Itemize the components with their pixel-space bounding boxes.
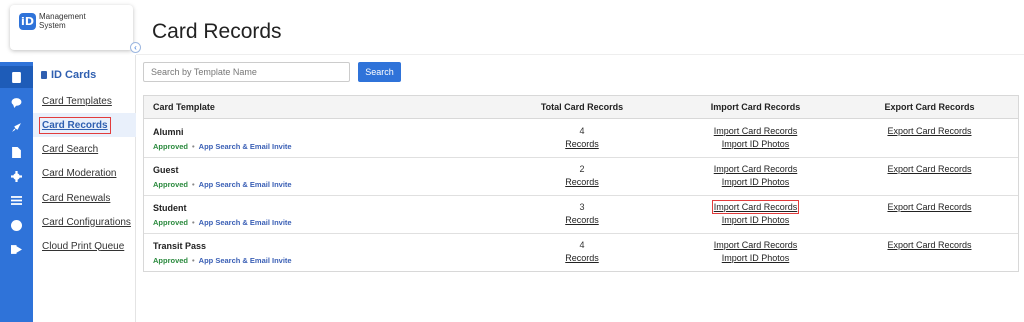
header-import-card-records: Import Card Records <box>710 102 801 112</box>
invite-mode: App Search & Email Invite <box>198 218 292 227</box>
table-row: Alumni Approved • App Search & Email Invit… <box>144 120 1018 158</box>
card-records-table: Card Template Total Card Records Import … <box>143 95 1019 272</box>
template-meta: Approved • App Search & Email Invite <box>153 142 292 151</box>
sidebar-item-card-records[interactable]: Card Records <box>33 113 136 137</box>
logo-line-1: Management <box>39 12 86 21</box>
logout-icon[interactable] <box>0 238 33 260</box>
record-count-cell: 3 Records <box>532 201 632 227</box>
invite-mode: App Search & Email Invite <box>198 256 292 265</box>
record-count: 4 <box>579 126 585 136</box>
export-cell: Export Card Records <box>873 125 986 138</box>
separator-dot: • <box>192 256 195 265</box>
table-row: Guest Approved • App Search & Email Invite… <box>144 158 1018 196</box>
sidebar-item-cloud-print-queue[interactable]: Cloud Print Queue <box>33 234 136 258</box>
rocket-icon[interactable] <box>0 116 33 138</box>
help-icon[interactable] <box>0 214 33 236</box>
search-input[interactable] <box>143 62 350 82</box>
import-cell: Import Card Records Import ID Photos <box>697 163 814 189</box>
title-divider <box>136 54 1024 55</box>
logo-mark: iD <box>19 13 36 30</box>
invite-mode: App Search & Email Invite <box>198 180 292 189</box>
import-card-records-link[interactable]: Import Card Records <box>697 239 814 252</box>
import-id-photos-link[interactable]: Import ID Photos <box>697 176 814 189</box>
sidebar-item-card-renewals[interactable]: Card Renewals <box>33 186 136 210</box>
import-card-records-label[interactable]: Import Card Records <box>711 200 800 214</box>
template-name: Student <box>153 203 187 213</box>
template-name: Guest <box>153 165 179 175</box>
import-id-photos-link[interactable]: Import ID Photos <box>697 214 814 227</box>
collapse-sidebar-button[interactable]: ‹ <box>130 42 141 53</box>
sidebar-item-label[interactable]: Card Moderation <box>42 168 116 179</box>
chat-icon[interactable] <box>0 91 33 113</box>
export-cell: Export Card Records <box>873 239 986 252</box>
record-count: 2 <box>579 164 585 174</box>
export-card-records-link[interactable]: Export Card Records <box>873 163 986 176</box>
import-card-records-link[interactable]: Import Card Records <box>697 125 814 138</box>
app-logo: iD Management System <box>10 5 133 50</box>
list-icon[interactable] <box>0 189 33 211</box>
sidebar-item-card-moderation[interactable]: Card Moderation <box>33 161 136 185</box>
document-icon[interactable] <box>0 141 33 163</box>
import-card-records-link[interactable]: Import Card Records <box>697 163 814 176</box>
status-badge: Approved <box>153 256 189 265</box>
import-cell: Import Card Records Import ID Photos <box>697 200 814 227</box>
import-cell: Import Card Records Import ID Photos <box>697 125 814 151</box>
id-card-icon[interactable] <box>0 66 39 88</box>
gear-icon[interactable] <box>0 165 33 187</box>
status-badge: Approved <box>153 180 189 189</box>
export-card-records-link[interactable]: Export Card Records <box>873 125 986 138</box>
logo-text: Management System <box>39 12 86 30</box>
record-count-cell: 4 Records <box>532 239 632 265</box>
template-name: Alumni <box>153 127 184 137</box>
template-meta: Approved • App Search & Email Invite <box>153 180 292 189</box>
sidebar-item-label[interactable]: Card Records <box>39 116 111 134</box>
separator-dot: • <box>192 180 195 189</box>
separator-dot: • <box>192 142 195 151</box>
sidebar-item-label[interactable]: Card Configurations <box>42 217 131 228</box>
search-button[interactable]: Search <box>358 62 401 82</box>
sidebar-item-label[interactable]: Cloud Print Queue <box>42 241 124 252</box>
import-id-photos-link[interactable]: Import ID Photos <box>697 138 814 151</box>
header-export-card-records: Export Card Records <box>884 102 975 112</box>
record-count-cell: 2 Records <box>532 163 632 189</box>
sidebar-item-label[interactable]: Card Templates <box>42 96 112 107</box>
status-badge: Approved <box>153 218 189 227</box>
status-badge: Approved <box>153 142 189 151</box>
record-count: 3 <box>579 202 585 212</box>
subnav-title: ID Cards <box>41 69 96 81</box>
sub-sidebar: ID Cards Card Templates Card Records Car… <box>33 55 136 322</box>
export-card-records-link[interactable]: Export Card Records <box>873 239 986 252</box>
page-title: Card Records <box>152 20 282 43</box>
export-cell: Export Card Records <box>873 163 986 176</box>
table-row: Transit Pass Approved • App Search & Email… <box>144 234 1018 272</box>
records-link[interactable]: Records <box>532 176 632 189</box>
table-header: Card Template Total Card Records Import … <box>144 96 1018 119</box>
import-id-photos-link[interactable]: Import ID Photos <box>697 252 814 265</box>
invite-mode: App Search & Email Invite <box>198 142 292 151</box>
template-meta: Approved • App Search & Email Invite <box>153 256 292 265</box>
record-count: 4 <box>579 240 585 250</box>
sidebar-item-label[interactable]: Card Search <box>42 144 98 155</box>
id-card-icon <box>41 71 47 79</box>
sidebar-item-card-search[interactable]: Card Search <box>33 137 136 161</box>
table-row: Student Approved • App Search & Email Invi… <box>144 196 1018 234</box>
header-total-card-records: Total Card Records <box>540 102 624 112</box>
records-link[interactable]: Records <box>532 252 632 265</box>
sidebar-item-card-templates[interactable]: Card Templates <box>33 89 136 113</box>
separator-dot: • <box>192 218 195 227</box>
import-cell: Import Card Records Import ID Photos <box>697 239 814 265</box>
subnav-title-label: ID Cards <box>51 69 97 81</box>
records-link[interactable]: Records <box>532 214 632 227</box>
records-link[interactable]: Records <box>532 138 632 151</box>
header-card-template: Card Template <box>153 102 215 112</box>
template-meta: Approved • App Search & Email Invite <box>153 218 292 227</box>
sidebar-item-label[interactable]: Card Renewals <box>42 193 110 204</box>
sidebar-item-card-configurations[interactable]: Card Configurations <box>33 210 136 234</box>
export-cell: Export Card Records <box>873 201 986 214</box>
logo-line-2: System <box>39 21 66 30</box>
record-count-cell: 4 Records <box>532 125 632 151</box>
import-card-records-link[interactable]: Import Card Records <box>697 200 814 214</box>
export-card-records-link[interactable]: Export Card Records <box>873 201 986 214</box>
template-name: Transit Pass <box>153 241 207 251</box>
